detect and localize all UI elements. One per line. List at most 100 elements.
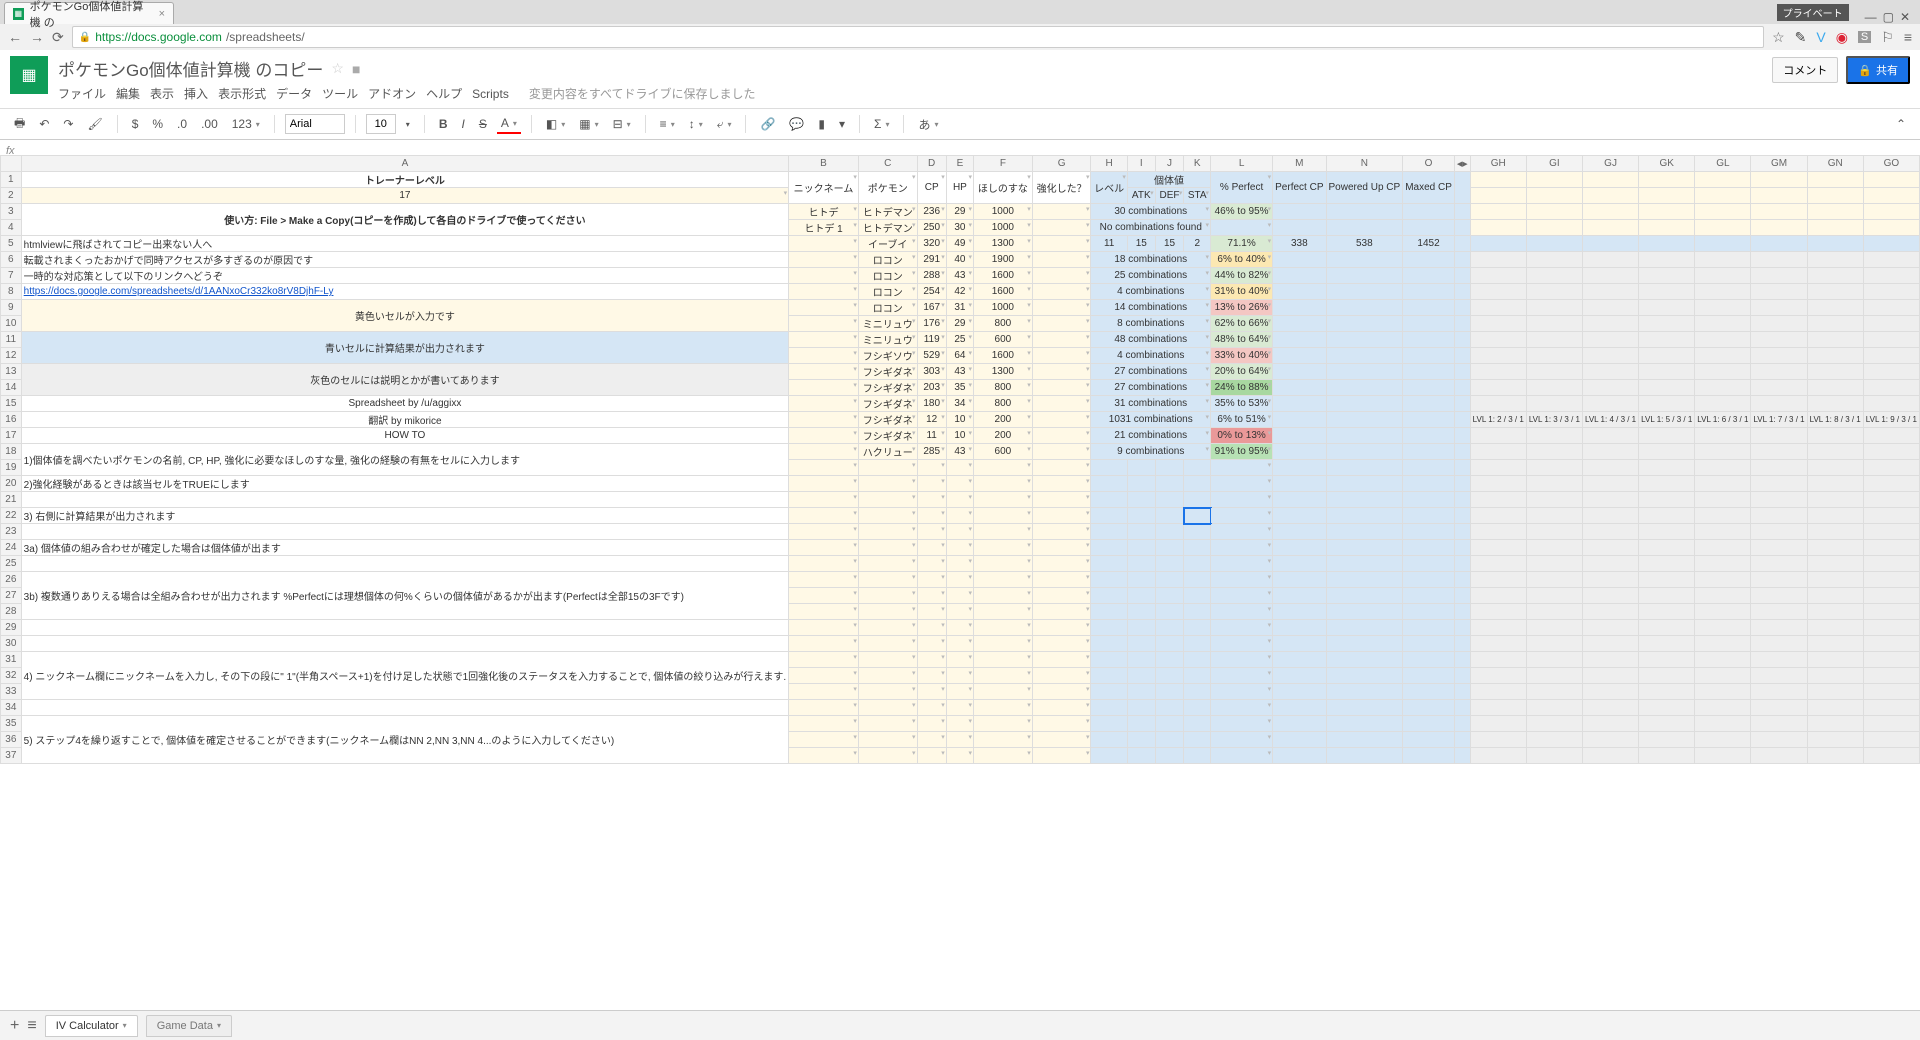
- cell[interactable]: 転載されまくったおかげで同時アクセスが多すぎるのが原因です: [21, 252, 789, 268]
- cell[interactable]: [1273, 300, 1326, 316]
- col-header[interactable]: A: [21, 156, 789, 172]
- cell[interactable]: 43: [946, 444, 973, 460]
- cell[interactable]: [789, 268, 859, 284]
- cell[interactable]: 46% to 95%: [1211, 204, 1273, 220]
- cell[interactable]: [1032, 236, 1091, 252]
- menu-data[interactable]: データ: [276, 85, 312, 102]
- dec-increase-button[interactable]: .00: [197, 115, 222, 133]
- cell[interactable]: [1454, 316, 1470, 332]
- cell[interactable]: 11: [917, 428, 946, 444]
- cell[interactable]: 24% to 88%: [1211, 380, 1273, 396]
- cell[interactable]: 303: [917, 364, 946, 380]
- cell[interactable]: ハクリュー: [858, 444, 917, 460]
- cell[interactable]: [1454, 428, 1470, 444]
- sheets-logo-icon[interactable]: ▦: [10, 56, 48, 94]
- fill-color-icon[interactable]: ◧: [542, 115, 569, 133]
- cell[interactable]: 6% to 40%: [1211, 252, 1273, 268]
- row-header[interactable]: 32: [1, 668, 22, 684]
- row-header[interactable]: 10: [1, 316, 22, 332]
- cell[interactable]: 31: [946, 300, 973, 316]
- cell[interactable]: [789, 332, 859, 348]
- row-header[interactable]: 29: [1, 620, 22, 636]
- selected-cell[interactable]: [1184, 508, 1211, 524]
- cell[interactable]: [1326, 428, 1403, 444]
- row-header[interactable]: 26: [1, 572, 22, 588]
- menu-insert[interactable]: 挿入: [184, 85, 208, 102]
- folder-icon[interactable]: ■: [352, 61, 360, 77]
- cell[interactable]: [789, 380, 859, 396]
- cell[interactable]: [1273, 428, 1326, 444]
- ext-flag-icon[interactable]: ⚐: [1881, 29, 1894, 46]
- functions-icon[interactable]: Σ: [870, 115, 893, 133]
- cell[interactable]: 1600: [974, 268, 1033, 284]
- cell[interactable]: [1403, 364, 1455, 380]
- cell[interactable]: 1000: [974, 220, 1033, 236]
- cell[interactable]: [1032, 332, 1091, 348]
- bold-button[interactable]: B: [435, 115, 452, 133]
- cell[interactable]: 291: [917, 252, 946, 268]
- maximize-icon[interactable]: ▢: [1883, 10, 1894, 24]
- cell[interactable]: [789, 252, 859, 268]
- cell[interactable]: [1032, 444, 1091, 460]
- cell[interactable]: [1032, 348, 1091, 364]
- row-header[interactable]: 8: [1, 284, 22, 300]
- cell[interactable]: [1403, 252, 1455, 268]
- cell[interactable]: [21, 492, 789, 508]
- cell[interactable]: ミニリュウ: [858, 316, 917, 332]
- menu-addons[interactable]: アドオン: [368, 85, 416, 102]
- address-bar[interactable]: 🔒 https://docs.google.com/spreadsheets/: [72, 26, 1764, 48]
- cell[interactable]: [1403, 348, 1455, 364]
- cell[interactable]: 20% to 64%: [1211, 364, 1273, 380]
- cell[interactable]: [1454, 220, 1470, 236]
- cell[interactable]: [1032, 284, 1091, 300]
- menu-help[interactable]: ヘルプ: [426, 85, 462, 102]
- row-header[interactable]: 1: [1, 172, 22, 188]
- back-icon[interactable]: ←: [8, 29, 22, 45]
- font-size-input[interactable]: [366, 114, 396, 134]
- chevron-down-icon[interactable]: ▾: [123, 1021, 127, 1030]
- cell[interactable]: [1454, 300, 1470, 316]
- cell[interactable]: 翻訳 by mikorice: [21, 412, 789, 428]
- cell[interactable]: [1273, 380, 1326, 396]
- row-header[interactable]: 34: [1, 700, 22, 716]
- menu-file[interactable]: ファイル: [58, 85, 106, 102]
- cell[interactable]: [1032, 396, 1091, 412]
- menu-view[interactable]: 表示: [150, 85, 174, 102]
- cell[interactable]: ヒトデマン: [858, 220, 917, 236]
- cell[interactable]: [1403, 300, 1455, 316]
- cell[interactable]: htmlviewに飛ばされてコピー出来ない人へ: [21, 236, 789, 252]
- cell[interactable]: 71.1%: [1211, 236, 1273, 252]
- row-header[interactable]: 35: [1, 716, 22, 732]
- valign-icon[interactable]: ↕: [685, 115, 707, 133]
- cell[interactable]: [1403, 412, 1455, 428]
- cell[interactable]: [1454, 252, 1470, 268]
- row-header[interactable]: 15: [1, 396, 22, 412]
- ext-circle-icon[interactable]: ◉: [1836, 29, 1848, 46]
- cell[interactable]: https://docs.google.com/spreadsheets/d/1…: [21, 284, 789, 300]
- cell[interactable]: 29: [946, 204, 973, 220]
- cell[interactable]: 49: [946, 236, 973, 252]
- cell[interactable]: ミニリュウ: [858, 332, 917, 348]
- cell[interactable]: 35% to 53%: [1211, 396, 1273, 412]
- cell[interactable]: 3a) 個体値の組み合わせが確定した場合は個体値が出ます: [21, 540, 789, 556]
- cell[interactable]: 44% to 82%: [1211, 268, 1273, 284]
- row-header[interactable]: 2: [1, 188, 22, 204]
- cell[interactable]: [1326, 444, 1403, 460]
- cell[interactable]: 1452: [1403, 236, 1455, 252]
- cell[interactable]: ロコン: [858, 252, 917, 268]
- row-header[interactable]: 6: [1, 252, 22, 268]
- cell[interactable]: 200: [974, 412, 1033, 428]
- percent-button[interactable]: %: [148, 115, 167, 133]
- cell[interactable]: 64: [946, 348, 973, 364]
- cell[interactable]: [1273, 284, 1326, 300]
- cell[interactable]: 285: [917, 444, 946, 460]
- cell[interactable]: HOW TO: [21, 428, 789, 444]
- cell[interactable]: 35: [946, 380, 973, 396]
- cell[interactable]: [1273, 268, 1326, 284]
- cell[interactable]: [1273, 332, 1326, 348]
- cell[interactable]: [1032, 412, 1091, 428]
- cell[interactable]: [1454, 236, 1470, 252]
- select-all-corner[interactable]: [1, 156, 22, 172]
- currency-button[interactable]: $: [128, 115, 143, 133]
- cell[interactable]: 3) 右側に計算結果が出力されます: [21, 508, 789, 524]
